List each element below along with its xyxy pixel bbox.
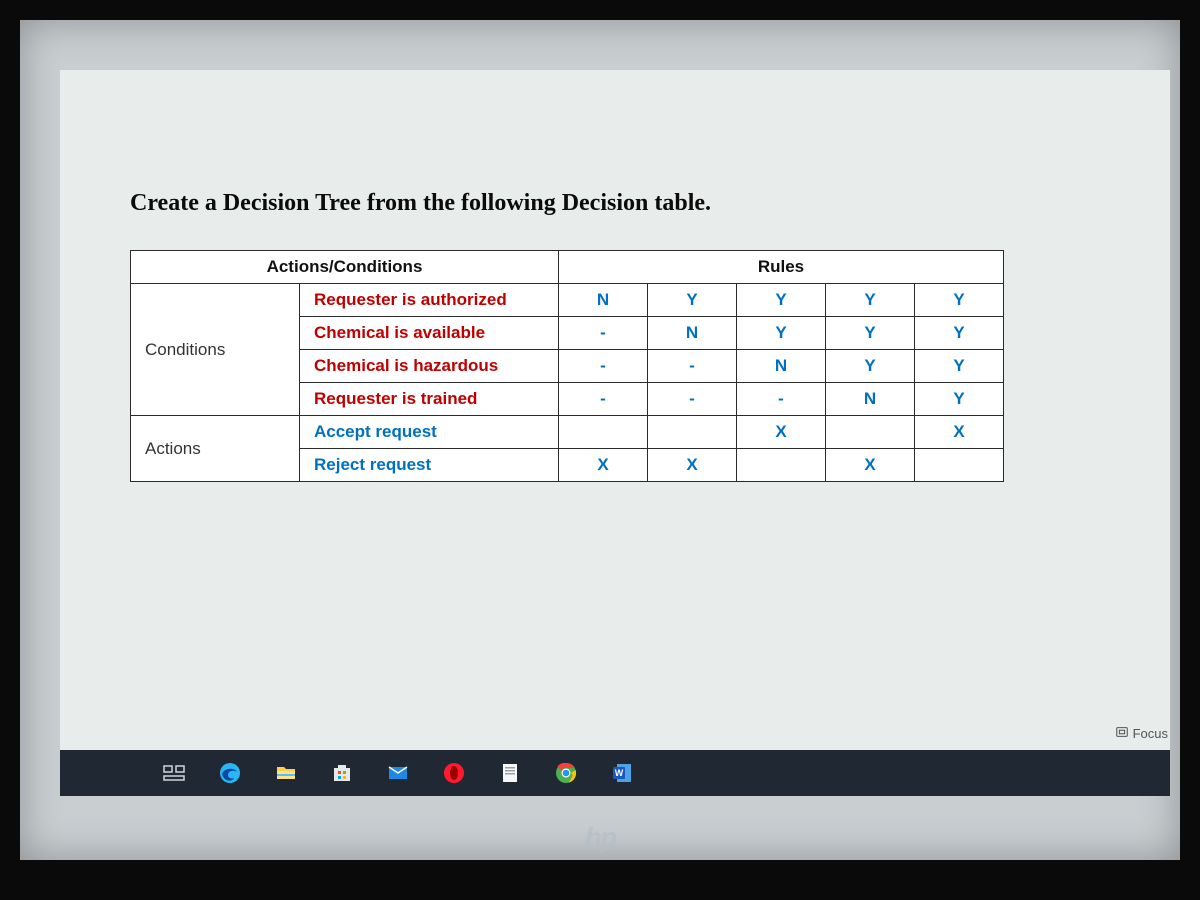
actions-label: Actions [131, 416, 300, 482]
cell: Y [915, 350, 1004, 383]
cell: N [737, 350, 826, 383]
header-actions-conditions: Actions/Conditions [131, 251, 559, 284]
focus-icon [1115, 725, 1129, 742]
cell: Y [648, 284, 737, 317]
file-explorer-icon[interactable] [272, 759, 300, 787]
task-view-icon[interactable] [160, 759, 188, 787]
cell: - [648, 383, 737, 416]
cell: Y [737, 284, 826, 317]
condition-name: Requester is authorized [300, 284, 559, 317]
focus-button[interactable]: Focus [1115, 725, 1168, 742]
svg-text:W: W [615, 768, 624, 778]
cell: X [648, 449, 737, 482]
cell: - [648, 350, 737, 383]
chrome-icon[interactable] [552, 759, 580, 787]
edge-icon[interactable] [216, 759, 244, 787]
laptop-screen: Create a Decision Tree from the followin… [0, 0, 1200, 900]
action-name: Reject request [300, 449, 559, 482]
action-name: Accept request [300, 416, 559, 449]
condition-name: Chemical is hazardous [300, 350, 559, 383]
windows-taskbar: W [60, 750, 1170, 796]
cell [737, 449, 826, 482]
decision-table: Actions/Conditions Rules Conditions Requ… [130, 250, 1004, 482]
cell: - [559, 383, 648, 416]
cell: Y [826, 317, 915, 350]
cell: X [915, 416, 1004, 449]
ms-store-icon[interactable] [328, 759, 356, 787]
display-area: Create a Decision Tree from the followin… [20, 20, 1180, 860]
cell: - [737, 383, 826, 416]
word-doc-icon[interactable] [496, 759, 524, 787]
cell: Y [737, 317, 826, 350]
cell: N [648, 317, 737, 350]
cell: X [737, 416, 826, 449]
cell: Y [915, 383, 1004, 416]
cell: X [826, 449, 915, 482]
cell: Y [826, 350, 915, 383]
cell [915, 449, 1004, 482]
document-page: Create a Decision Tree from the followin… [60, 70, 1170, 750]
mail-icon[interactable] [384, 759, 412, 787]
cell [559, 416, 648, 449]
header-rules: Rules [559, 251, 1004, 284]
table-row: Conditions Requester is authorized N Y Y… [131, 284, 1004, 317]
opera-icon[interactable] [440, 759, 468, 787]
word-app-icon[interactable]: W [608, 759, 636, 787]
page-heading: Create a Decision Tree from the followin… [130, 190, 711, 217]
cell [648, 416, 737, 449]
cell: X [559, 449, 648, 482]
cell: Y [915, 284, 1004, 317]
cell: - [559, 317, 648, 350]
cell: - [559, 350, 648, 383]
conditions-label: Conditions [131, 284, 300, 416]
condition-name: Chemical is available [300, 317, 559, 350]
cell: Y [915, 317, 1004, 350]
cell: N [826, 383, 915, 416]
table-row: Actions Accept request X X [131, 416, 1004, 449]
hp-logo: hp [585, 822, 615, 854]
cell: Y [826, 284, 915, 317]
cell: N [559, 284, 648, 317]
condition-name: Requester is trained [300, 383, 559, 416]
focus-label-text: Focus [1133, 726, 1168, 741]
cell [826, 416, 915, 449]
